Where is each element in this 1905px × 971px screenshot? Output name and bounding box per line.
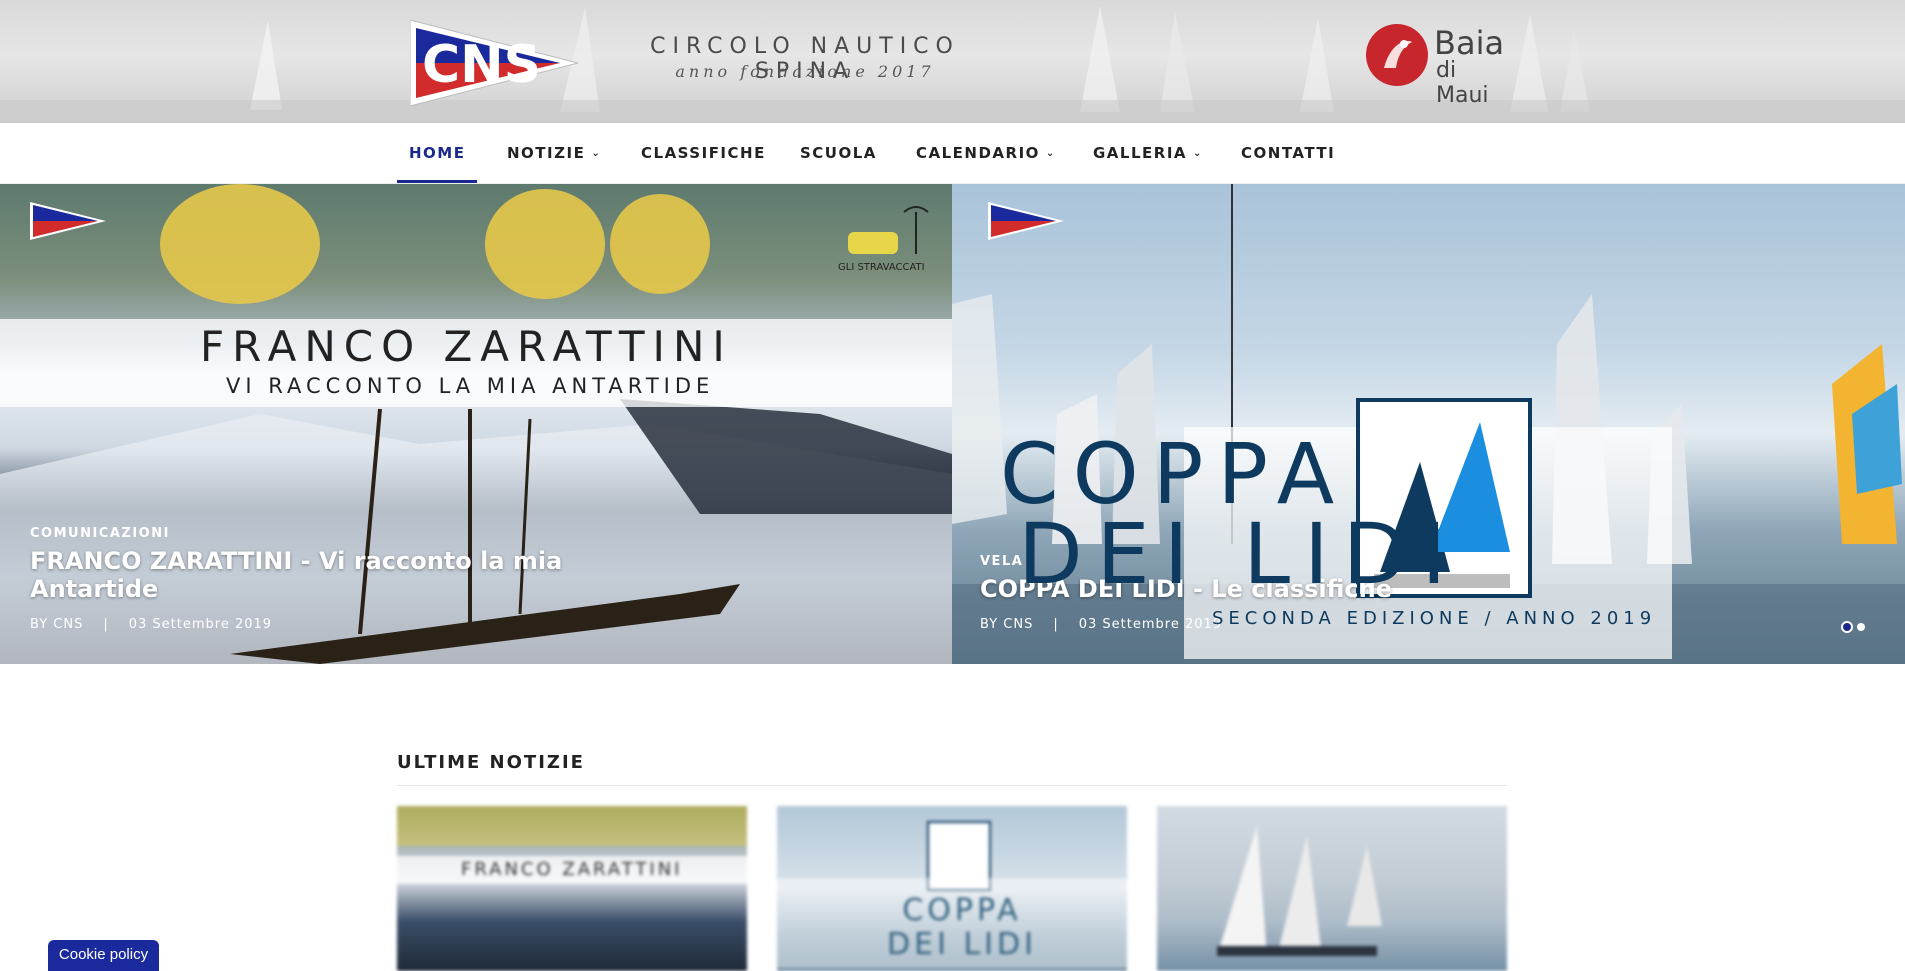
meta-separator: | [103, 617, 109, 632]
image-subtitle: VI RACCONTO LA MIA ANTARTIDE [226, 374, 715, 398]
cns-mini-logo [988, 202, 1064, 240]
nav-home[interactable]: HOME [396, 123, 479, 183]
nav-galleria[interactable]: GALLERIA ⌄ [1093, 123, 1203, 183]
sponsor-circle-icon [1366, 24, 1428, 86]
nav-label: CALENDARIO [916, 144, 1040, 162]
slide-category[interactable]: COMUNICAZIONI [30, 526, 630, 541]
slide-author[interactable]: BY CNS [980, 617, 1033, 632]
cns-logo-text: CNS [422, 35, 541, 95]
card-image [1217, 826, 1382, 956]
cns-logo[interactable]: CNS [410, 20, 578, 106]
section-title: ULTIME NOTIZIE [397, 752, 585, 773]
nav-label: HOME [409, 144, 466, 162]
card-image-text: FRANCO ZARATTINI [461, 859, 683, 880]
nav-label: CONTATTI [1241, 144, 1336, 162]
club-subtitle: anno fondazione 2017 [675, 62, 935, 81]
chevron-down-icon: ⌄ [591, 148, 602, 159]
news-card[interactable]: COPPA DEI LIDI [777, 806, 1127, 971]
nav-scuola[interactable]: SCUOLA [800, 123, 877, 183]
nav-label: SCUOLA [800, 144, 877, 162]
section-divider [397, 785, 1507, 786]
sponsor-subtitle: di Maui [1436, 58, 1489, 108]
slide-meta: BY CNS | 03 Settembre 2019 [30, 617, 630, 632]
slide-date: 03 Settembre 2019 [128, 617, 273, 632]
slide-caption: COMUNICAZIONI FRANCO ZARATTINI - Vi racc… [30, 526, 630, 632]
chevron-down-icon: ⌄ [1193, 148, 1203, 159]
image-title: FRANCO ZARATTINI [200, 322, 733, 371]
slide-title[interactable]: FRANCO ZARATTINI - Vi racconto la mia An… [30, 547, 630, 603]
nav-notizie[interactable]: NOTIZIE ⌄ [507, 123, 601, 183]
sponsor-name: Baia [1434, 24, 1505, 62]
nav-calendario[interactable]: CALENDARIO ⌄ [916, 123, 1056, 183]
main-navigation: HOME NOTIZIE ⌄ CLASSIFICHE SCUOLA CALENDA… [0, 123, 1905, 184]
news-card[interactable]: FRANCO ZARATTINI [397, 806, 747, 971]
badge-text: GLI STRAVACCATI [838, 262, 925, 272]
slide-zarattini[interactable]: GLI STRAVACCATI COMUNICAZIONI FRANCO ZAR… [0, 184, 952, 664]
news-card[interactable] [1157, 806, 1507, 971]
image-coppa-text: COPPA [1000, 425, 1349, 523]
sponsor-logo[interactable]: Baia di Maui [1366, 24, 1506, 108]
nav-contatti[interactable]: CONTATTI [1241, 123, 1335, 183]
slider-pagination [1843, 618, 1871, 636]
chevron-down-icon: ⌄ [1045, 148, 1056, 159]
image-edition-text: SECONDA EDIZIONE / ANNO 2019 [1212, 608, 1657, 629]
slide-date: 03 Settembre 2019 [1078, 617, 1223, 632]
card-image-text: COPPA DEI LIDI [887, 893, 1037, 962]
cns-mini-logo [30, 202, 106, 240]
site-header: CNS CIRCOLO NAUTICO SPINA anno fondazion… [0, 0, 1905, 123]
slide-author[interactable]: BY CNS [30, 617, 83, 632]
nav-classifiche[interactable]: CLASSIFICHE [641, 123, 766, 183]
image-dei-lidi-text: DEI LIDI [1018, 505, 1461, 603]
slider-dot[interactable] [1857, 623, 1865, 631]
nav-label: NOTIZIE [507, 144, 586, 162]
meta-separator: | [1053, 617, 1059, 632]
nav-label: CLASSIFICHE [641, 144, 766, 162]
gli-stravaccati-logo: GLI STRAVACCATI [838, 206, 929, 272]
cookie-policy-button[interactable]: Cookie policy [48, 940, 159, 971]
slider-dot[interactable] [1843, 623, 1851, 631]
nav-label: GALLERIA [1093, 144, 1188, 162]
